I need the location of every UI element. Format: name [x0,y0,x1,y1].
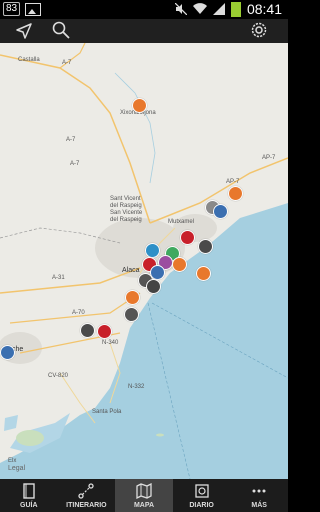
poi-shopping-marker[interactable] [180,230,195,245]
route-icon [78,483,95,499]
map-label-n340: N-340 [102,340,119,346]
map-label-a31: A-31 [52,275,65,281]
tab-label: MÁS [251,502,267,509]
wifi-icon [192,3,207,15]
poi-restaurant-marker[interactable] [145,243,160,258]
mute-icon [174,3,187,15]
map-label-n332: N-332 [128,384,145,390]
status-bar: 83 08:41 [0,0,288,19]
map-label-alicante: Alaca [122,267,140,274]
tab-label: MAPA [133,502,155,509]
map-label-sant-vicent: San Vicente [110,210,143,216]
signal-icon [212,3,225,15]
map-label-sant-vicent: Sant Vicent [110,196,141,202]
poi-car-marker[interactable] [146,279,161,294]
poi-museum-marker[interactable] [0,345,15,360]
battery-icon [230,1,241,17]
map-label-a7: A-7 [62,60,72,66]
settings-gear-icon[interactable] [250,21,268,39]
tab-mas[interactable]: MÁS [230,479,288,512]
tab-label: DIARIO [189,502,214,509]
map-label-ap7: AP-7 [262,155,276,161]
poi-shopping-marker[interactable] [97,324,112,339]
map-label-ap7: AP-7 [226,179,240,185]
notification-badge: 83 [3,2,21,16]
map-label-sant-vicent: del Raspeig [110,203,142,209]
navigate-arrow-icon[interactable] [15,22,33,40]
tab-label: ITINERARIO [66,502,107,509]
tab-label: GUÍA [20,502,38,509]
poi-hotel-marker[interactable] [198,239,213,254]
map-label-a70: A-70 [72,310,85,316]
poi-museum-marker[interactable] [228,186,243,201]
tab-mapa[interactable]: MAPA [115,479,173,512]
map-view[interactable]: Castalla A-7 A-7 A-7 AP-7 AP-7 A-31 A-70… [0,43,288,479]
tab-itinerario[interactable]: ITINERARIO [58,479,116,512]
poi-car-marker[interactable] [80,323,95,338]
clock: 08:41 [246,1,282,17]
camera-diary-icon [194,484,209,498]
poi-museum-marker[interactable] [125,290,140,305]
map-label-sant-vicent: del Raspeig [110,217,142,223]
image-notification-icon [25,2,42,16]
book-icon [23,483,35,499]
map-legal-link[interactable]: Legal [8,465,25,472]
search-icon[interactable] [52,21,70,39]
top-toolbar [0,19,288,43]
poi-museum-marker[interactable] [132,98,147,113]
map-label-elx: Elx [8,458,17,464]
poi-museum-marker[interactable] [172,257,187,272]
map-label-a7: A-7 [66,137,76,143]
poi-museum-marker[interactable] [196,266,211,281]
map-label-castalla: Castalla [18,57,40,63]
tab-guia[interactable]: GUÍA [0,479,58,512]
more-dots-icon [252,489,266,493]
bottom-tab-bar: GUÍA ITINERARIO MAPA DIARIO MÁS [0,479,288,512]
poi-marker[interactable] [213,204,228,219]
tab-diario[interactable]: DIARIO [173,479,231,512]
map-label-santa-pola: Santa Pola [92,409,122,415]
map-icon [136,483,152,499]
map-label-cv820: CV-820 [48,373,69,379]
map-label-mutxamel: Mutxamel [168,219,195,225]
map-label-a7: A-7 [70,161,80,167]
poi-marker[interactable] [124,307,139,322]
